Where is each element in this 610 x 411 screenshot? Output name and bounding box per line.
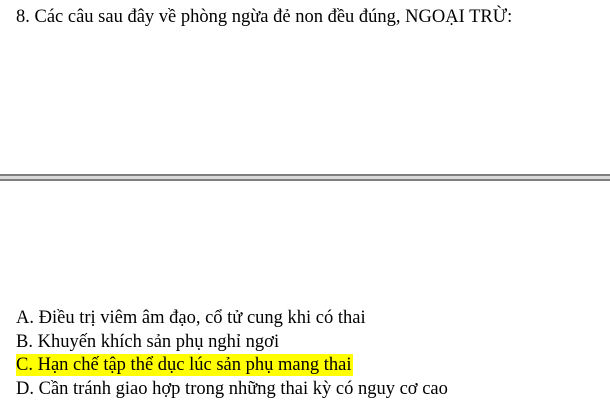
- answer-options-list: A. Điều trị viêm âm đạo, cổ tử cung khi …: [16, 307, 450, 401]
- option-d-text: D. Cần tránh giao hợp trong những thai k…: [16, 378, 448, 399]
- option-b-text: B. Khuyến khích sản phụ nghỉ ngơi: [16, 331, 280, 352]
- option-c-text: C. Hạn chế tập thể dục lúc sản phụ mang …: [16, 354, 354, 376]
- option-c-highlighted: C. Hạn chế tập thể dục lúc sản phụ mang …: [16, 354, 450, 378]
- question-text: 8. Các câu sau đây về phòng ngừa đẻ non …: [16, 7, 513, 27]
- option-a-text: A. Điều trị viêm âm đạo, cổ tử cung khi …: [16, 308, 366, 328]
- section-divider: [0, 174, 610, 181]
- option-b: B. Khuyến khích sản phụ nghỉ ngơi: [16, 331, 450, 355]
- option-d: D. Cần tránh giao hợp trong những thai k…: [16, 378, 450, 402]
- option-a: A. Điều trị viêm âm đạo, cổ tử cung khi …: [16, 307, 450, 331]
